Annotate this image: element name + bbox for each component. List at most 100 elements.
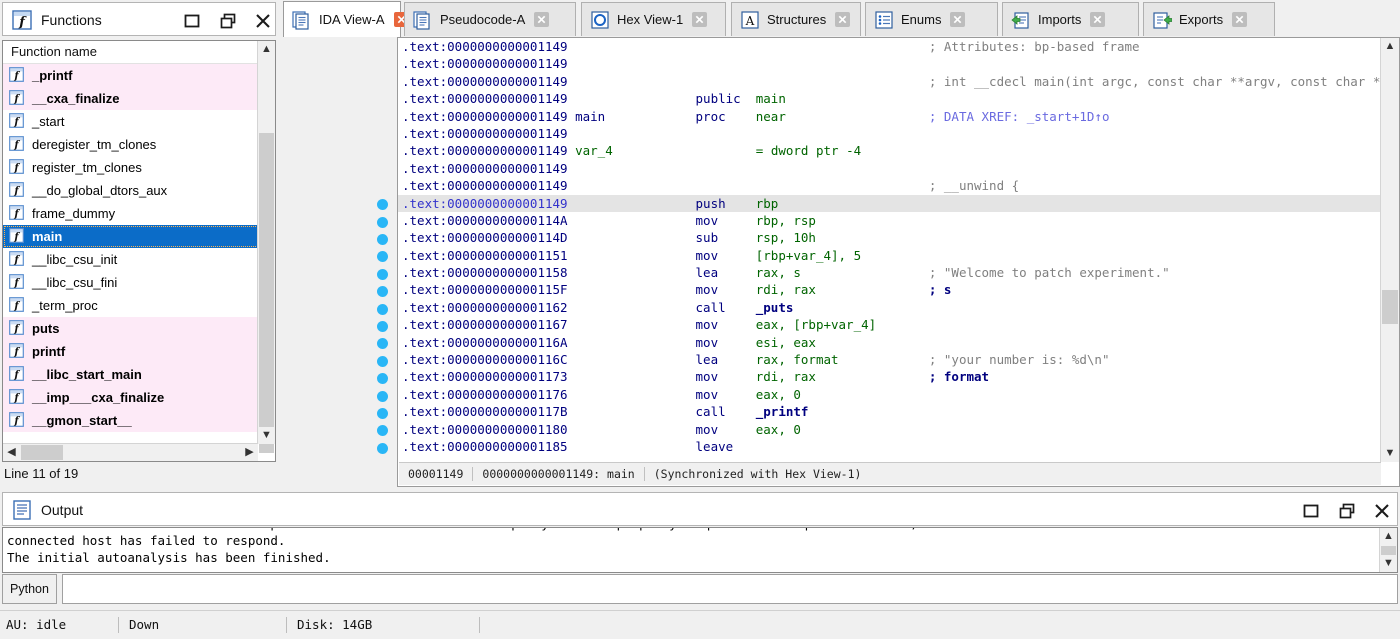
breakpoint-dot-icon[interactable] xyxy=(377,303,388,315)
disassembly-line[interactable]: .text:000000000000116C lea rax, format ;… xyxy=(398,351,1381,368)
disassembly-line[interactable]: .text:0000000000001149 ; Attributes: bp-… xyxy=(398,38,1381,55)
functions-panel-titlebar: f Functions xyxy=(2,2,276,36)
tab-close-icon[interactable] xyxy=(1090,12,1106,27)
scroll-left-icon[interactable]: ◀ xyxy=(3,444,20,461)
breakpoint-dot-icon[interactable] xyxy=(377,442,388,454)
disassembly-line[interactable]: .text:0000000000001185 leave xyxy=(398,438,1381,455)
python-command-input[interactable] xyxy=(62,574,1398,604)
scroll-down-icon[interactable]: ▼ xyxy=(258,427,275,444)
output-log-container[interactable]: lumina: connect: A connection attempt fa… xyxy=(2,527,1398,573)
breakpoint-gutter[interactable] xyxy=(375,39,397,487)
breakpoint-dot-icon[interactable] xyxy=(377,251,388,263)
function-list-item[interactable]: f frame_dummy xyxy=(3,202,259,225)
disassembly-scroll-thumb[interactable] xyxy=(1382,290,1398,324)
breakpoint-dot-icon[interactable] xyxy=(377,216,388,228)
function-list-item[interactable]: f __do_global_dtors_aux xyxy=(3,179,259,202)
breakpoint-dot-icon[interactable] xyxy=(377,199,388,211)
disassembly-line[interactable]: .text:0000000000001173 mov rdi, rax ; fo… xyxy=(398,368,1381,385)
function-list-item[interactable]: f printf xyxy=(3,340,259,363)
tab-structures[interactable]: A Structures xyxy=(731,2,861,36)
view-tab-bar[interactable]: IDA View-A Pseudocode-A Hex View-1 A Structu… xyxy=(283,0,1400,38)
disassembly-line[interactable]: .text:000000000000114D sub rsp, 10h xyxy=(398,229,1381,246)
function-list-item[interactable]: f deregister_tm_clones xyxy=(3,133,259,156)
tab-pseudocode-a[interactable]: Pseudocode-A xyxy=(404,2,576,36)
functions-scroll-thumb[interactable] xyxy=(259,133,274,453)
disassembly-line[interactable]: .text:0000000000001149 var_4 = dword ptr… xyxy=(398,142,1381,159)
output-close-button[interactable] xyxy=(1371,500,1393,522)
scroll-down-icon[interactable]: ▼ xyxy=(1380,555,1397,572)
disassembly-listing[interactable]: .text:0000000000001149 ; Attributes: bp-… xyxy=(398,38,1381,462)
tab-close-icon[interactable] xyxy=(950,12,966,27)
disassembly-line[interactable]: .text:0000000000001149 xyxy=(398,55,1381,72)
disassembly-line[interactable]: .text:0000000000001149 xyxy=(398,160,1381,177)
disassembly-line[interactable]: .text:0000000000001151 mov [rbp+var_4], … xyxy=(398,247,1381,264)
disassembly-line[interactable]: .text:0000000000001149 push rbp xyxy=(398,194,1381,212)
breakpoint-dot-icon[interactable] xyxy=(377,355,388,367)
disassembly-line[interactable]: .text:0000000000001158 lea rax, s ; "Wel… xyxy=(398,264,1381,281)
functions-vertical-scrollbar[interactable]: ▲ ▼ xyxy=(257,41,275,453)
functions-close-button[interactable] xyxy=(252,10,274,32)
functions-hscroll-thumb[interactable] xyxy=(21,445,63,460)
disassembly-line[interactable]: .text:0000000000001162 call _puts xyxy=(398,299,1381,316)
breakpoint-dot-icon[interactable] xyxy=(377,286,388,298)
disassembly-line[interactable]: .text:0000000000001149 ; __unwind { xyxy=(398,177,1381,194)
function-list-item[interactable]: f register_tm_clones xyxy=(3,156,259,179)
python-language-button[interactable]: Python xyxy=(2,574,57,604)
function-list-item[interactable]: f __gmon_start__ xyxy=(3,409,259,432)
tab-exports[interactable]: Exports xyxy=(1143,2,1275,36)
functions-restore-button[interactable] xyxy=(217,10,239,32)
function-list-item[interactable]: f __libc_start_main xyxy=(3,363,259,386)
breakpoint-dot-icon[interactable] xyxy=(377,425,388,437)
functions-list[interactable]: f _printf f __cxa_finalize f _start f deregiste… xyxy=(3,64,259,439)
disassembly-line[interactable]: .text:000000000000117B call _printf xyxy=(398,403,1381,420)
functions-horizontal-scrollbar[interactable]: ◀ ▶ xyxy=(3,443,258,461)
function-list-item[interactable]: f _printf xyxy=(3,64,259,87)
scroll-down-icon[interactable]: ▼ xyxy=(1381,445,1399,462)
breakpoint-dot-icon[interactable] xyxy=(377,338,388,350)
scroll-up-icon[interactable]: ▲ xyxy=(1380,528,1397,545)
disassembly-line[interactable]: .text:0000000000001167 mov eax, [rbp+var… xyxy=(398,316,1381,333)
function-list-item[interactable]: f __libc_csu_init xyxy=(3,248,259,271)
function-list-item[interactable]: f __imp___cxa_finalize xyxy=(3,386,259,409)
breakpoint-dot-icon[interactable] xyxy=(377,373,388,385)
breakpoint-dot-icon[interactable] xyxy=(377,407,388,419)
scroll-up-icon[interactable]: ▲ xyxy=(258,41,275,58)
output-scroll-thumb[interactable] xyxy=(1381,546,1396,555)
tab-ida-view-a[interactable]: IDA View-A xyxy=(283,1,409,37)
breakpoint-dot-icon[interactable] xyxy=(377,233,388,245)
breakpoint-dot-icon[interactable] xyxy=(377,268,388,280)
disassembly-line[interactable]: .text:0000000000001149 xyxy=(398,125,1381,142)
function-list-item[interactable]: f puts xyxy=(3,317,259,340)
tab-close-icon[interactable] xyxy=(534,12,550,27)
functions-maximize-button[interactable] xyxy=(181,10,203,32)
disassembly-line[interactable]: .text:000000000000115F mov rdi, rax ; s xyxy=(398,281,1381,298)
output-restore-button[interactable] xyxy=(1336,500,1358,522)
disassembly-line[interactable]: .text:0000000000001149 public main xyxy=(398,90,1381,107)
function-list-item[interactable]: f main xyxy=(3,225,259,248)
disassembly-line[interactable]: .text:000000000000114A mov rbp, rsp xyxy=(398,212,1381,229)
tab-close-icon[interactable] xyxy=(692,12,708,27)
function-f-icon: f xyxy=(9,250,32,269)
function-list-item[interactable]: f _term_proc xyxy=(3,294,259,317)
function-list-item[interactable]: f _start xyxy=(3,110,259,133)
scroll-right-icon[interactable]: ▶ xyxy=(241,444,258,461)
disassembly-line[interactable]: .text:0000000000001149 main proc near ; … xyxy=(398,108,1381,125)
scroll-up-icon[interactable]: ▲ xyxy=(1381,38,1399,55)
disassembly-line[interactable]: .text:0000000000001149 ; int __cdecl mai… xyxy=(398,73,1381,90)
output-vertical-scrollbar[interactable]: ▲ ▼ xyxy=(1379,528,1397,572)
tab-hex-view-1[interactable]: Hex View-1 xyxy=(581,2,726,36)
function-list-item[interactable]: f __libc_csu_fini xyxy=(3,271,259,294)
functions-column-header[interactable]: Function name xyxy=(3,41,275,64)
function-list-item[interactable]: f __cxa_finalize xyxy=(3,87,259,110)
tab-imports[interactable]: Imports xyxy=(1002,2,1139,36)
breakpoint-dot-icon[interactable] xyxy=(377,390,388,402)
tab-close-icon[interactable] xyxy=(1232,12,1248,27)
breakpoint-dot-icon[interactable] xyxy=(377,320,388,332)
tab-close-icon[interactable] xyxy=(835,12,851,27)
disassembly-line[interactable]: .text:000000000000116A mov esi, eax xyxy=(398,334,1381,351)
tab-enums[interactable]: Enums xyxy=(865,2,998,36)
output-maximize-button[interactable] xyxy=(1300,500,1322,522)
disassembly-line[interactable]: .text:0000000000001176 mov eax, 0 xyxy=(398,386,1381,403)
disassembly-line[interactable]: .text:0000000000001180 mov eax, 0 xyxy=(398,421,1381,438)
disassembly-vertical-scrollbar[interactable]: ▲ ▼ xyxy=(1380,38,1399,462)
